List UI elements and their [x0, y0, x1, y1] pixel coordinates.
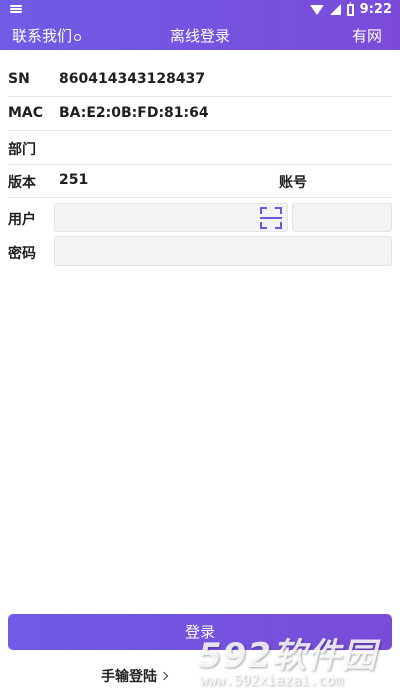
- title-bar: 联系我们 离线登录 有网: [0, 20, 400, 50]
- password-label: 密码: [8, 246, 36, 262]
- notification-icon: [10, 5, 22, 14]
- user-label: 用户: [8, 212, 36, 228]
- status-icons: 9:22: [309, 1, 392, 17]
- version-row: 版本 251 账号: [8, 164, 392, 198]
- watermark-url: www.592xiazai.com: [200, 673, 344, 689]
- password-input[interactable]: [54, 236, 392, 266]
- signal-icon: [329, 4, 341, 15]
- sn-label: SN: [8, 71, 30, 87]
- status-bar: 9:22: [0, 0, 400, 20]
- version-value: 251: [59, 172, 89, 188]
- account-label: 账号: [279, 175, 307, 191]
- dept-row: 部门: [8, 131, 392, 165]
- network-status-button[interactable]: 有网: [352, 25, 382, 46]
- battery-icon: [346, 1, 354, 16]
- version-label: 版本: [8, 175, 36, 191]
- mac-value: BA:E2:0B:FD:81:64: [59, 105, 209, 121]
- user-input[interactable]: [54, 203, 288, 232]
- mac-label: MAC: [8, 105, 44, 121]
- chevron-right-icon: [159, 671, 169, 681]
- scan-icon[interactable]: [260, 207, 282, 229]
- manual-login-label: 手输登陆: [101, 669, 157, 685]
- account-input[interactable]: [292, 203, 392, 232]
- manual-login-link[interactable]: 手输登陆: [101, 666, 169, 686]
- wifi-icon: [309, 4, 324, 15]
- clock: 9:22: [359, 2, 392, 17]
- page-title: 离线登录: [169, 27, 230, 45]
- sn-value: 860414343128437: [59, 71, 206, 87]
- login-button[interactable]: 登录: [8, 614, 392, 650]
- dept-label: 部门: [8, 142, 36, 158]
- mac-row: MAC BA:E2:0B:FD:81:64: [8, 97, 392, 131]
- sn-row: SN 860414343128437: [8, 63, 392, 97]
